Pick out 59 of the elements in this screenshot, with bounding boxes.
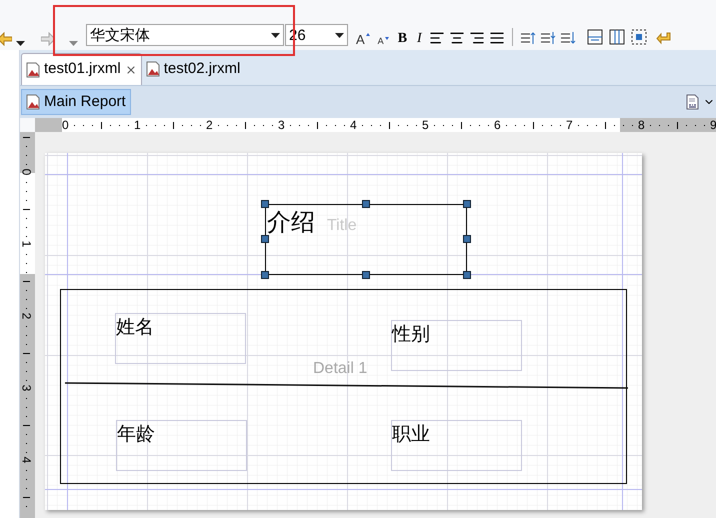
forward-arrow-icon[interactable] (41, 32, 55, 46)
dropdown-caret-icon[interactable] (16, 41, 25, 46)
align-right-icon[interactable] (468, 30, 485, 46)
align-center-icon[interactable] (448, 30, 465, 46)
editor-tab[interactable]: test01.jrxml (21, 53, 142, 85)
ruler-label: 5 (422, 118, 429, 132)
ruler-label: 1 (134, 118, 141, 132)
align-top-icon[interactable] (520, 30, 536, 46)
shrink-font-button[interactable]: A (376, 37, 391, 46)
resize-handle[interactable] (261, 271, 269, 279)
ruler-label: 2 (206, 118, 213, 132)
up-triangle-icon (366, 33, 370, 36)
ruler-label: 4 (350, 118, 357, 132)
text-field[interactable]: 年龄 (116, 420, 247, 471)
frame-layout-icon[interactable] (586, 28, 604, 46)
resize-handle[interactable] (261, 235, 269, 243)
text-field[interactable]: 职业 (391, 420, 522, 471)
align-bottom-icon[interactable] (560, 30, 576, 46)
line-element[interactable] (65, 381, 628, 389)
ruler-label: 7 (566, 118, 573, 132)
bold-button[interactable]: B (394, 32, 410, 46)
binary-file-icon[interactable] (686, 94, 699, 110)
column-layout-icon[interactable] (608, 28, 626, 46)
align-left-icon[interactable] (428, 30, 445, 46)
ruler-label: 8 (638, 118, 645, 132)
editor-tab[interactable]: test02.jrxml (142, 53, 244, 85)
report-file-icon (146, 61, 160, 77)
resize-handle[interactable] (261, 200, 269, 208)
grow-font-button[interactable]: A (354, 33, 372, 46)
ruler-label: 0 (20, 168, 32, 176)
align-justify-icon[interactable] (488, 30, 505, 46)
resize-handle[interactable] (362, 200, 370, 208)
text-field[interactable]: 性别 (391, 320, 522, 371)
main-report-tab[interactable]: Main Report (21, 89, 131, 115)
ruler-label: 4 (20, 456, 32, 464)
caret-icon[interactable] (335, 32, 344, 38)
report-file-icon (26, 94, 40, 110)
font-family-combobox[interactable]: 华文宋体 (86, 24, 284, 46)
resize-handle[interactable] (463, 235, 471, 243)
undo-arrow-icon[interactable] (656, 30, 672, 46)
ruler-label: 2 (20, 312, 32, 320)
ruler-label: 9 (710, 118, 716, 132)
text-field[interactable]: 姓名 (115, 313, 246, 364)
resize-handle[interactable] (463, 200, 471, 208)
ruler-label: 6 (494, 118, 501, 132)
ruler-label: 3 (278, 118, 285, 132)
band-label: Detail 1 (313, 360, 368, 378)
report-file-icon (26, 62, 40, 78)
grid-layout-icon[interactable] (630, 28, 648, 46)
ruler-label: 3 (20, 384, 32, 392)
down-triangle-icon (384, 37, 389, 40)
align-middle-icon[interactable] (540, 30, 556, 46)
ruler-label: 0 (62, 118, 69, 132)
caret-icon[interactable] (271, 32, 280, 38)
ruler-label: 1 (20, 240, 32, 248)
italic-button[interactable]: I (414, 32, 425, 46)
resize-handle[interactable] (463, 271, 471, 279)
close-icon[interactable] (124, 64, 137, 76)
resize-handle[interactable] (362, 271, 370, 279)
